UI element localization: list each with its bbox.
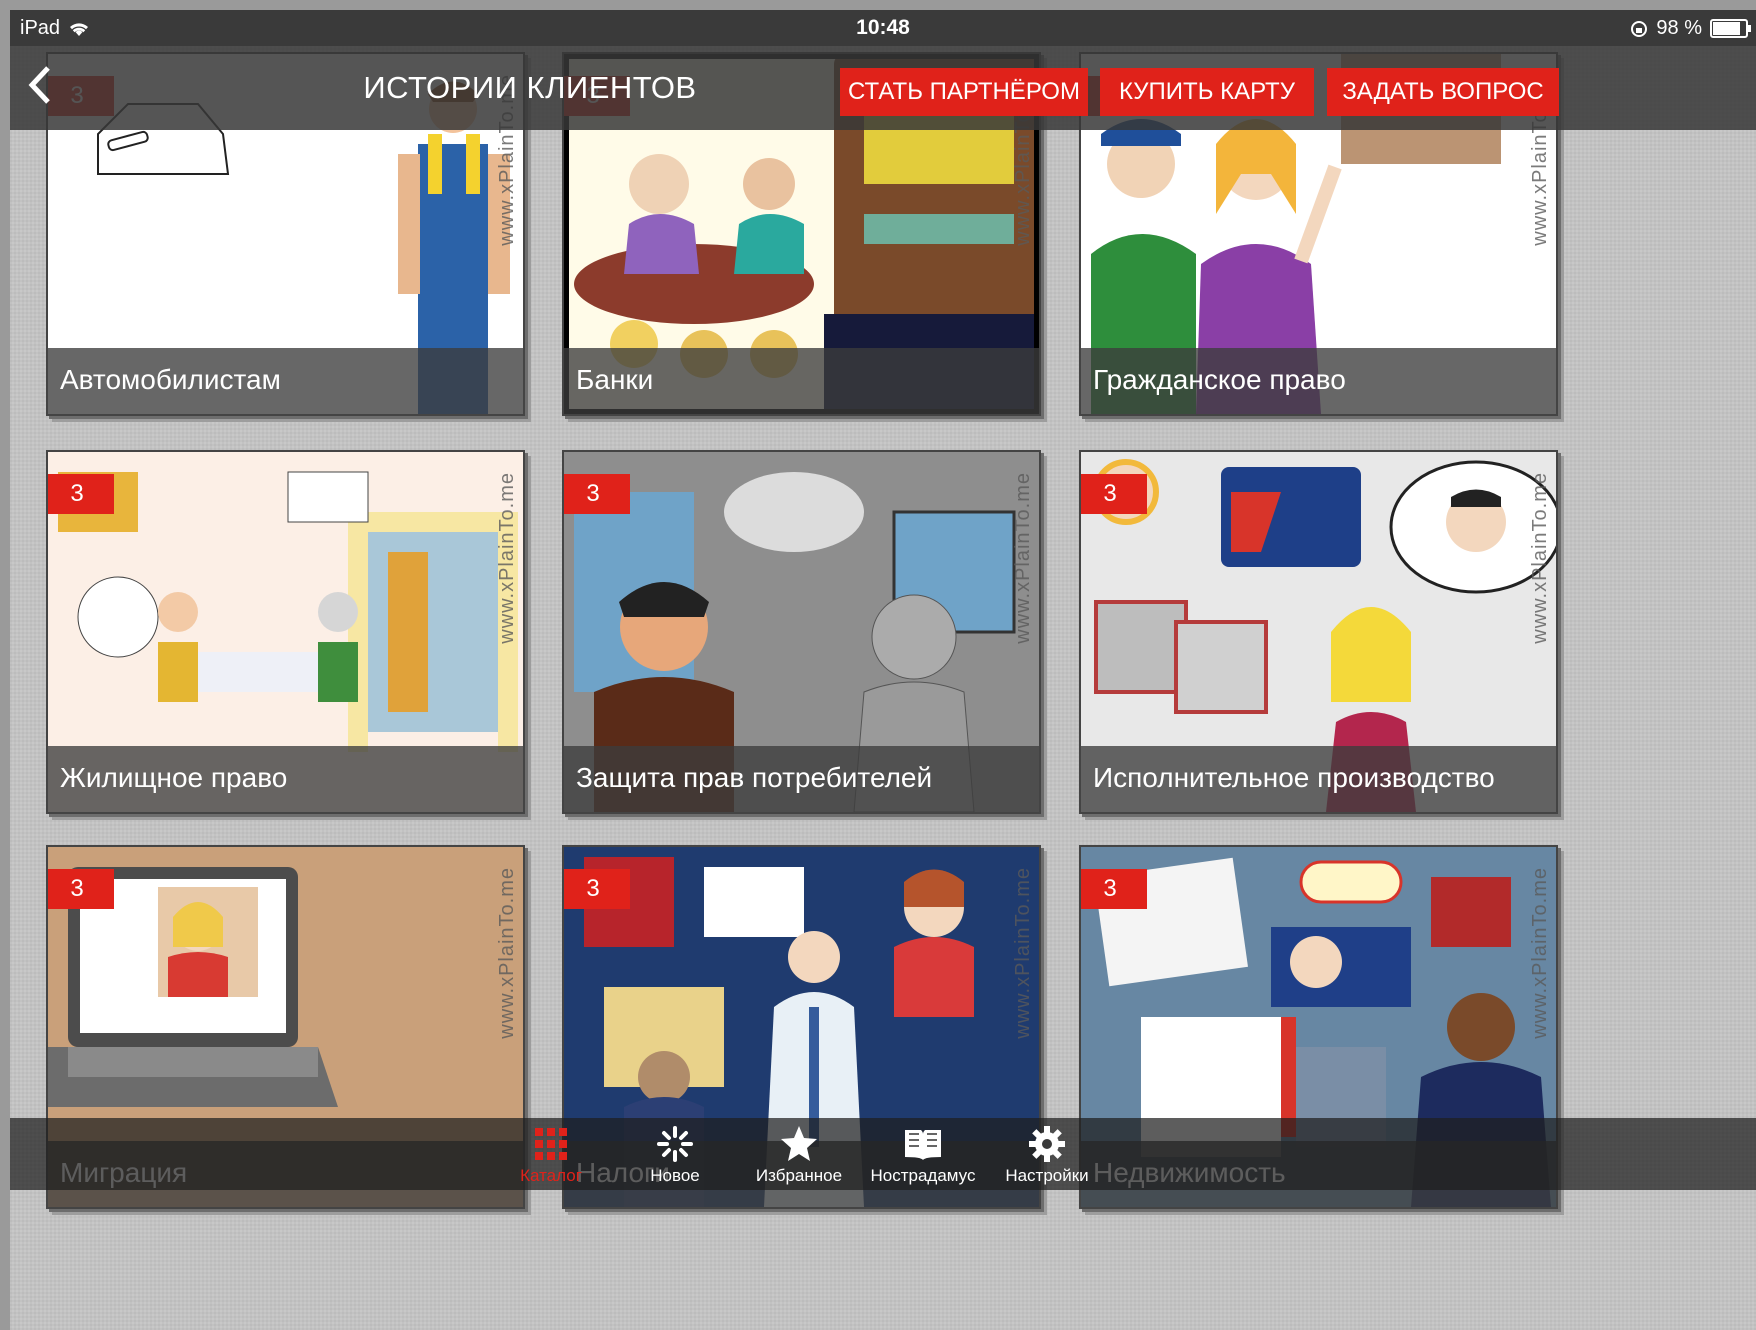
star-icon [781, 1126, 817, 1161]
card-title: Гражданское право [1081, 348, 1556, 414]
category-card-housing-law[interactable]: www.xPlainTo.me 3 Жилищное право [46, 450, 525, 814]
book-icon [905, 1130, 941, 1160]
count-badge: 3 [48, 869, 114, 909]
watermark: www.xPlainTo.me [496, 867, 518, 1039]
count-badge: 3 [1081, 869, 1147, 909]
category-card-consumer-protection[interactable]: www.xPlainTo.me 3 Защита прав потребител… [562, 450, 1041, 814]
count-badge: 3 [1081, 474, 1147, 514]
battery-percent: 98 % [1656, 17, 1702, 39]
card-title: Защита прав потребителей [564, 746, 1039, 812]
watermark: www.xPlainTo.me [1529, 472, 1551, 644]
tab-nostradamus[interactable]: Нострадамус [868, 1122, 978, 1186]
buy-card-button[interactable]: КУПИТЬ КАРТУ [1100, 68, 1314, 116]
watermark: www.xPlainTo.me [496, 472, 518, 644]
rotation-lock-icon [1631, 20, 1648, 37]
sparkle-icon [657, 1126, 693, 1162]
tab-label: Нострадамус [870, 1166, 976, 1185]
category-card-enforcement[interactable]: www.xPlainTo.me 3 Исполнительное произво… [1079, 450, 1558, 814]
ipad-screen: iPad 10:48 98 % ИСТОРИИ КЛИЕНТОВ СТАТЬ П… [10, 10, 1756, 1330]
tab-catalog[interactable]: Каталог [496, 1122, 606, 1186]
ask-question-button[interactable]: ЗАДАТЬ ВОПРОС [1327, 68, 1559, 116]
tab-favorites[interactable]: Избранное [744, 1122, 854, 1186]
tab-label: Новое [650, 1166, 700, 1185]
tab-label: Избранное [755, 1166, 843, 1185]
tab-settings[interactable]: Настройки [992, 1122, 1102, 1186]
nav-header: ИСТОРИИ КЛИЕНТОВ СТАТЬ ПАРТНЁРОМ КУПИТЬ … [10, 46, 1756, 130]
card-title: Автомобилистам [48, 348, 523, 414]
count-badge: 3 [564, 869, 630, 909]
battery-icon [1710, 19, 1751, 38]
tab-label: Каталог [520, 1166, 582, 1185]
watermark: www.xPlainTo.me [1529, 867, 1551, 1039]
tab-new[interactable]: Новое [620, 1122, 730, 1186]
card-title: Исполнительное производство [1081, 746, 1556, 812]
grid-icon [535, 1128, 567, 1160]
become-partner-button[interactable]: СТАТЬ ПАРТНЁРОМ [840, 68, 1088, 116]
count-badge: 3 [564, 474, 630, 514]
watermark: www.xPlainTo.me [1012, 867, 1034, 1039]
status-time: 10:48 [856, 16, 910, 39]
watermark: www.xPlainTo.me [1012, 472, 1034, 644]
status-bar: iPad 10:48 98 % [10, 10, 1756, 46]
tab-bar: Каталог Новое Избранное Нострадамус Наст… [10, 1118, 1756, 1190]
gear-icon [1029, 1126, 1065, 1162]
tab-label: Настройки [1005, 1166, 1089, 1185]
count-badge: 3 [48, 474, 114, 514]
card-title: Жилищное право [48, 746, 523, 812]
card-title: Банки [564, 348, 1039, 414]
